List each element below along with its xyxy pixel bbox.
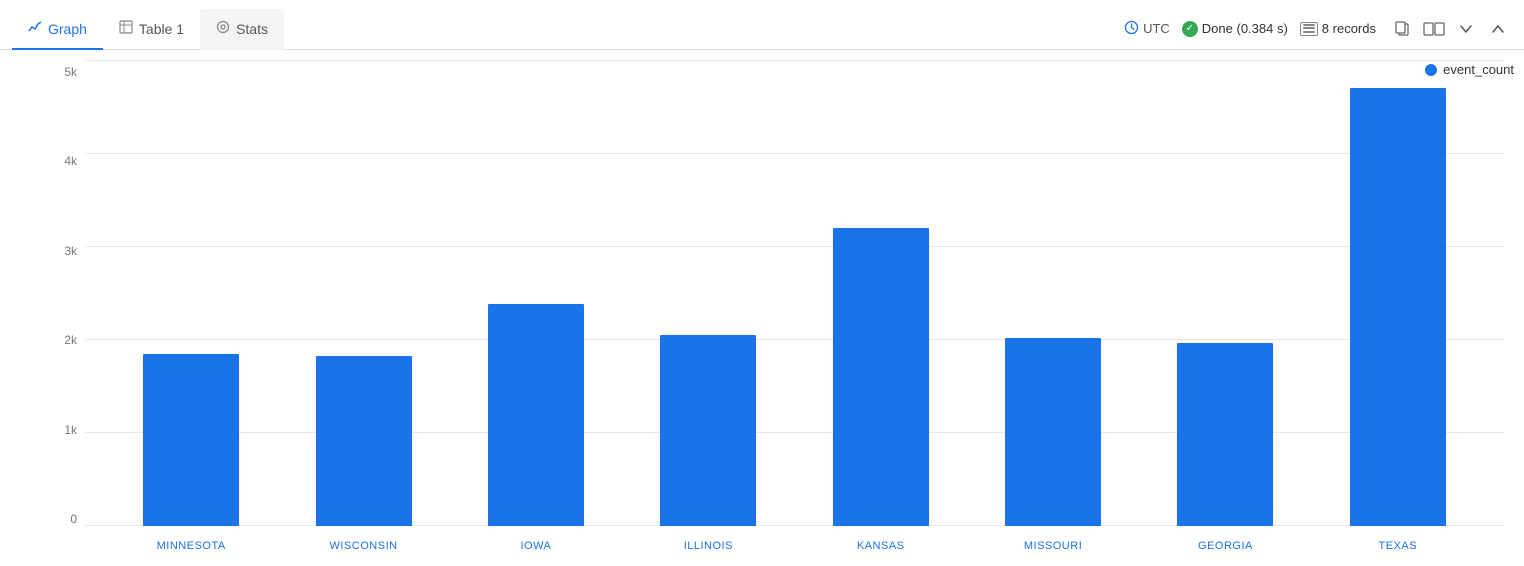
x-axis-label: WISCONSIN	[304, 540, 424, 552]
bar-group[interactable]	[821, 60, 941, 526]
y-axis-label: 0	[70, 512, 77, 526]
records-label: 8 records	[1322, 21, 1376, 36]
done-indicator: ✓ Done (0.384 s)	[1182, 21, 1288, 37]
y-axis-label: 5k	[64, 65, 77, 79]
expand-button[interactable]	[1420, 15, 1448, 43]
graph-icon	[28, 20, 42, 37]
x-labels: MINNESOTA WISCONSIN IOWA ILLINOIS KANSAS MISS…	[85, 526, 1504, 566]
chart-area: MINNESOTA WISCONSIN IOWA ILLINOIS KANSAS MISS…	[85, 60, 1504, 566]
x-axis-label: GEORGIA	[1165, 540, 1285, 552]
copy-button[interactable]	[1388, 15, 1416, 43]
y-axis-label: 3k	[64, 244, 77, 258]
x-axis-label: MINNESOTA	[131, 540, 251, 552]
clock-icon	[1124, 20, 1139, 38]
bar-group[interactable]	[1338, 60, 1458, 526]
tabs: Graph Table 1 Stats	[12, 8, 284, 49]
table-icon	[119, 20, 133, 37]
y-axis-label: 1k	[64, 423, 77, 437]
bar-group[interactable]	[476, 60, 596, 526]
x-axis-label: TEXAS	[1338, 540, 1458, 552]
tab-graph[interactable]: Graph	[12, 9, 103, 50]
header-right: UTC ✓ Done (0.384 s) 8 records	[1124, 15, 1512, 43]
tab-table1-label: Table 1	[139, 21, 184, 37]
x-axis-label: MISSOURI	[993, 540, 1113, 552]
bar[interactable]	[833, 228, 929, 526]
header-actions	[1388, 15, 1512, 43]
tab-graph-label: Graph	[48, 21, 87, 37]
header: Graph Table 1 Stats	[0, 0, 1524, 50]
y-axis: 5k 4k 3k 2k 1k 0	[50, 60, 85, 566]
chart-body: 5k 4k 3k 2k 1k 0 MINNESOTA WISCONSIN IOWA ILLINO…	[50, 60, 1504, 566]
bars-container	[85, 60, 1504, 526]
done-label: Done (0.384 s)	[1202, 21, 1288, 36]
tab-stats-label: Stats	[236, 21, 268, 37]
x-axis-label: IOWA	[476, 540, 596, 552]
y-axis-label: 4k	[64, 154, 77, 168]
bar[interactable]	[143, 354, 239, 526]
bar[interactable]	[316, 356, 412, 526]
stats-icon	[216, 20, 230, 37]
x-axis-label: KANSAS	[821, 540, 941, 552]
chart-container: event_count 5k4k3k2k1k0 MINNESOTAWISCONS…	[0, 50, 1524, 566]
tab-stats[interactable]: Stats	[200, 9, 284, 50]
records-icon	[1300, 22, 1318, 36]
utc-indicator: UTC	[1124, 20, 1170, 38]
bar-group[interactable]	[304, 60, 424, 526]
bar[interactable]	[660, 335, 756, 526]
bar[interactable]	[488, 304, 584, 526]
y-axis-label: 2k	[64, 333, 77, 347]
records-indicator: 8 records	[1300, 21, 1376, 36]
bar[interactable]	[1177, 343, 1273, 526]
bar-group[interactable]	[1165, 60, 1285, 526]
bar-group[interactable]	[993, 60, 1113, 526]
bar-group[interactable]	[648, 60, 768, 526]
bar[interactable]	[1350, 88, 1446, 526]
chevron-up-button[interactable]	[1484, 15, 1512, 43]
bar[interactable]	[1005, 338, 1101, 526]
x-axis-label: ILLINOIS	[648, 540, 768, 552]
bar-group[interactable]	[131, 60, 251, 526]
tab-table1[interactable]: Table 1	[103, 9, 200, 50]
utc-label: UTC	[1143, 21, 1170, 36]
chevron-down-button[interactable]	[1452, 15, 1480, 43]
done-check-icon: ✓	[1182, 21, 1198, 37]
